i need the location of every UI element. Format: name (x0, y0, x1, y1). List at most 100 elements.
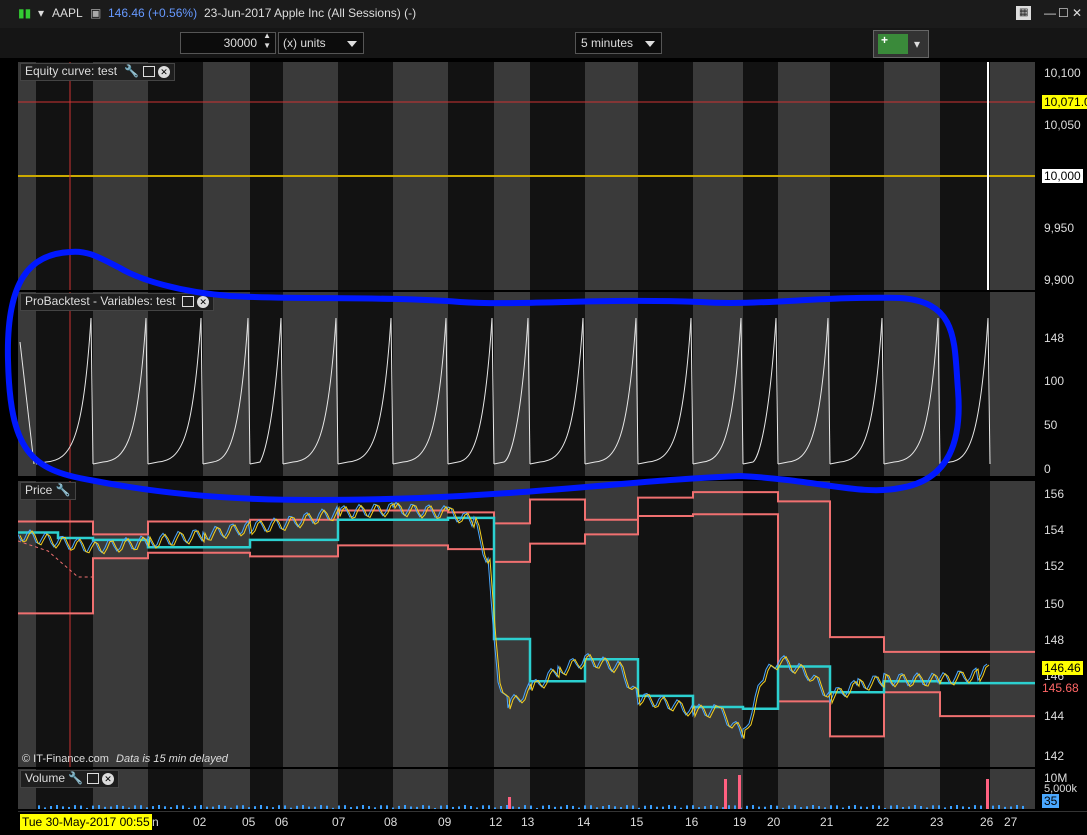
volume-bar (488, 805, 490, 809)
x-tick-label: 19 (733, 815, 747, 829)
volume-bar (860, 806, 862, 809)
day-band (585, 769, 638, 809)
day-band (203, 481, 250, 767)
volume-bar (374, 807, 376, 809)
plus-icon: + (881, 33, 889, 47)
price-panel[interactable] (18, 481, 1035, 767)
volume-bar (134, 805, 136, 809)
candlestick-icon[interactable]: ▮▮ (18, 6, 31, 20)
wrench-icon[interactable]: 🔧 (68, 771, 83, 785)
units-value: (x) units (283, 36, 326, 50)
day-band (250, 292, 283, 476)
day-band (530, 481, 585, 767)
volume-bar (44, 807, 46, 809)
close-icon[interactable]: ✕ (1072, 6, 1082, 20)
volume-bar (806, 806, 808, 809)
volume-bar (284, 805, 286, 809)
volume-chart (18, 769, 1035, 809)
volume-bar (974, 805, 976, 809)
close-panel-icon[interactable]: ✕ (102, 772, 115, 785)
volume-bar (518, 806, 520, 809)
close-panel-icon[interactable]: ✕ (197, 295, 210, 308)
day-band (393, 481, 448, 767)
instrument-title: 23-Jun-2017 Apple Inc (All Sessions) (-) (204, 6, 417, 20)
symbol-dropdown-icon[interactable]: ▾ (38, 6, 44, 20)
backtest-variables-panel[interactable] (18, 292, 1035, 476)
day-band (250, 769, 283, 809)
volume-panel[interactable] (18, 769, 1035, 809)
volume-bar (170, 807, 172, 809)
info-icon[interactable]: ▣ (90, 6, 101, 20)
x-axis (18, 811, 1087, 835)
price-y-tick: 148 (1044, 633, 1065, 647)
volume-bar (392, 807, 394, 809)
quantity-input[interactable]: 30000 ▲ ▼ (180, 31, 276, 54)
window-icon[interactable] (86, 773, 99, 785)
volume-bar (800, 807, 802, 809)
wrench-icon[interactable]: 🔧 (56, 483, 71, 497)
day-band (36, 481, 93, 767)
backtest-y-tick: 148 (1044, 331, 1065, 345)
volume-bar (74, 805, 76, 809)
day-band (990, 481, 1035, 767)
x-tick-label: 05 (242, 815, 256, 829)
equity-y-tick: 10,100 (1044, 66, 1081, 80)
chevron-down-icon (645, 41, 655, 47)
units-select[interactable]: (x) units (278, 32, 364, 54)
volume-bar (422, 805, 424, 809)
day-band (884, 481, 940, 767)
volume-bar (830, 805, 832, 809)
window-icon[interactable] (142, 66, 155, 78)
volume-spike (508, 797, 511, 809)
day-band (884, 292, 940, 476)
price-y-tick: 144 (1044, 709, 1065, 723)
day-band (585, 481, 638, 767)
x-tick-label: 07 (332, 815, 346, 829)
window-icon[interactable] (181, 296, 194, 308)
volume-bar (578, 807, 580, 809)
volume-bar (680, 807, 682, 809)
volume-bar (962, 806, 964, 809)
minimize-icon[interactable]: — (1044, 6, 1056, 20)
volume-spike (738, 775, 741, 809)
volume-bar (710, 805, 712, 809)
volume-bar (266, 806, 268, 809)
day-band (148, 481, 203, 767)
keyboard-icon[interactable]: ▦ (1016, 6, 1032, 20)
day-band (530, 769, 585, 809)
chevron-down-icon (347, 41, 357, 47)
day-band (18, 481, 36, 767)
volume-bar (1010, 806, 1012, 809)
volume-bar (782, 807, 784, 809)
maximize-icon[interactable]: ☐ (1058, 6, 1069, 20)
price-panel-header: Price 🔧 (20, 482, 76, 500)
close-panel-icon[interactable]: ✕ (158, 65, 171, 78)
volume-bar (218, 805, 220, 809)
volume-bar (932, 805, 934, 809)
volume-bar (386, 805, 388, 809)
volume-bar (788, 805, 790, 809)
day-band (283, 769, 338, 809)
volume-bar (320, 805, 322, 809)
volume-bar (92, 805, 94, 809)
quantity-stepper-icon[interactable]: ▲ ▼ (263, 31, 271, 51)
backtest-variables-chart (18, 292, 1035, 476)
volume-bar (164, 806, 166, 809)
price-panel-title: Price (25, 483, 53, 497)
volume-bar (152, 806, 154, 809)
wrench-icon[interactable]: 🔧 (124, 64, 139, 78)
equity-value-tag: 10,071.0 (1042, 95, 1087, 109)
x-tick-label: 14 (577, 815, 591, 829)
volume-bar (668, 805, 670, 809)
symbol-label[interactable]: AAPL (52, 6, 83, 20)
volume-bar (128, 807, 130, 809)
equity-curve-panel[interactable] (18, 62, 1035, 290)
volume-bar (290, 807, 292, 809)
backtest-panel-title: ProBacktest - Variables: test (25, 294, 176, 308)
timeframe-select[interactable]: 5 minutes (575, 32, 662, 54)
volume-spike (724, 779, 727, 809)
indicators-button[interactable]: + ▾ (873, 30, 929, 58)
volume-bar (902, 806, 904, 809)
backtest-y-tick: 50 (1044, 418, 1058, 432)
volume-bar (380, 805, 382, 809)
